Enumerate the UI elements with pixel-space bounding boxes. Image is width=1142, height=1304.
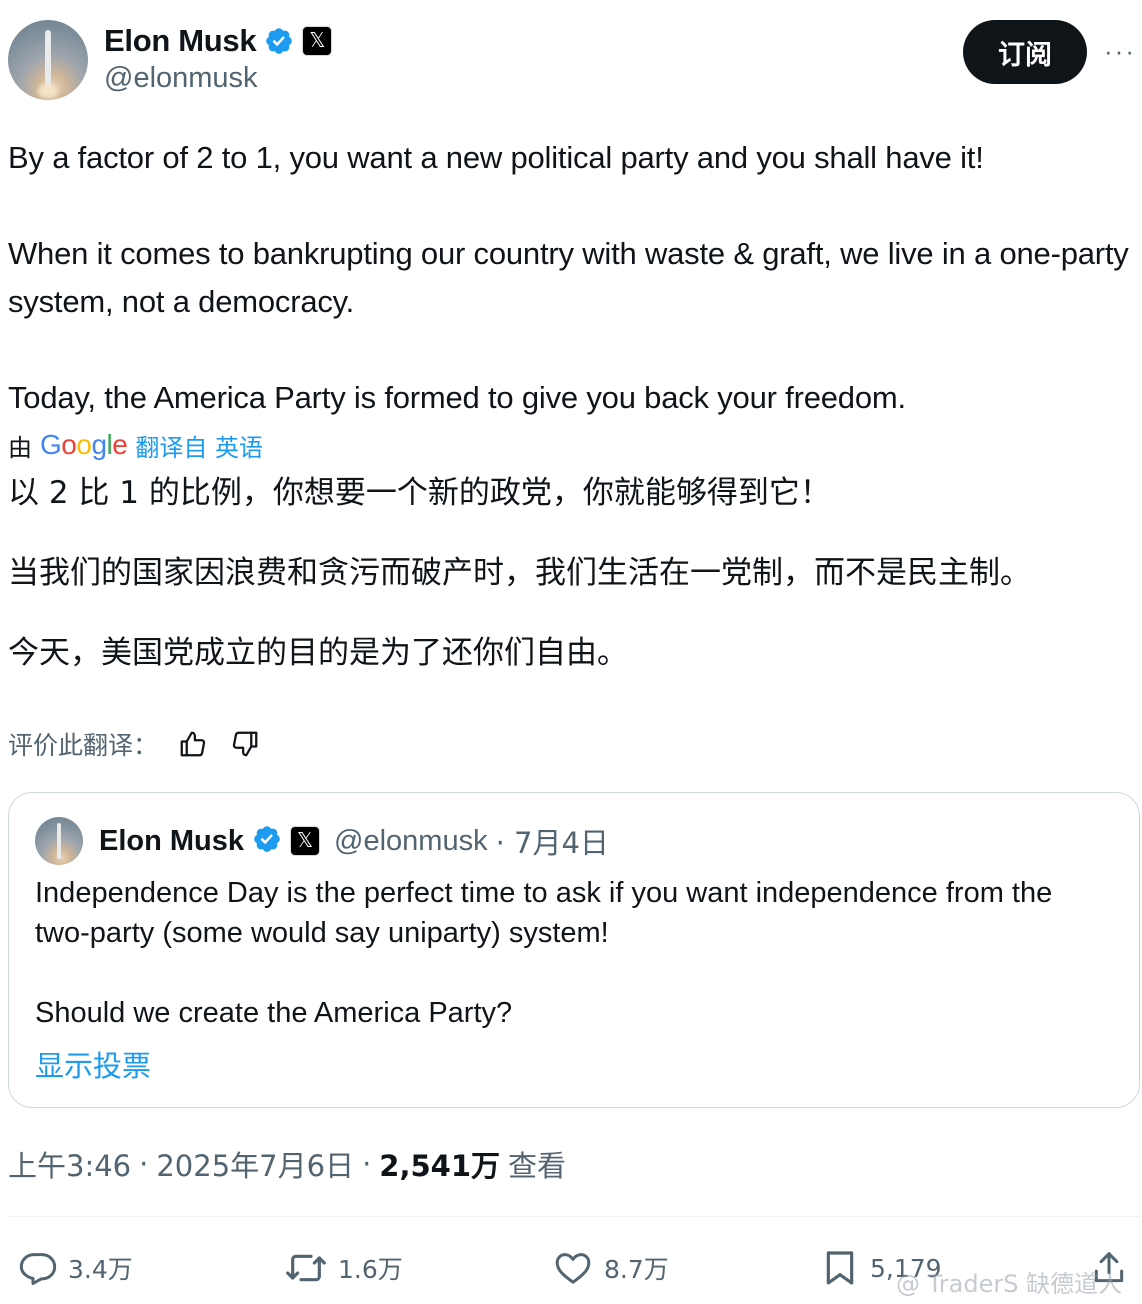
repost-icon: [284, 1248, 328, 1288]
rate-translation-label: 评价此翻译：: [8, 731, 159, 760]
tweet-time[interactable]: 上午3:46: [8, 1143, 131, 1185]
verified-badge-icon[interactable]: [264, 26, 294, 56]
rate-translation-row: 评价此翻译：: [8, 724, 262, 764]
x-affiliate-icon[interactable]: 𝕏: [302, 26, 333, 56]
translated-from-link[interactable]: 翻译自 英语: [135, 428, 263, 463]
quoted-tweet[interactable]: Elon Musk 𝕏 @elonmusk · 7月4日 Independenc…: [8, 792, 1140, 1108]
repost-count: 1.6万: [338, 1255, 403, 1284]
tweet-date[interactable]: 2025年7月6日: [156, 1143, 354, 1185]
like-icon: [552, 1248, 594, 1288]
view-count-label: 查看: [508, 1149, 567, 1183]
translated-by-row: 由 Google 翻译自 英语: [8, 426, 263, 464]
thumbs-up-icon[interactable]: [176, 727, 210, 761]
like-button[interactable]: 8.7万: [552, 1246, 669, 1290]
watermark: @ TraderS 缺德道人: [896, 1270, 1123, 1298]
avatar-rocket: [45, 30, 51, 90]
meta-separator: ·: [362, 1147, 372, 1181]
tweet-paragraph: When it comes to bankrupting our country…: [8, 236, 1138, 319]
translation-text: 以 2 比 1 的比例，你想要一个新的政党，你就能够得到它！ 当我们的国家因浪费…: [8, 470, 1142, 710]
reply-count: 3.4万: [68, 1255, 133, 1284]
tweet-meta: 上午3:46 · 2025年7月6日 · 2,541万 查看: [8, 1142, 566, 1186]
tweet-header: Elon Musk 𝕏 @elonmusk 订阅 ···: [0, 0, 1142, 110]
quoted-author-name[interactable]: Elon Musk: [99, 825, 244, 858]
quoted-avatar[interactable]: [35, 817, 83, 865]
quoted-paragraph: Independence Day is the perfect time to …: [35, 877, 1061, 949]
verified-badge-icon: [252, 824, 282, 859]
repost-button[interactable]: 1.6万: [284, 1246, 403, 1290]
bookmark-icon: [820, 1248, 860, 1288]
quoted-author-handle: @elonmusk: [334, 824, 488, 857]
translation-paragraph: 今天，美国党成立的目的是为了还你们自由。: [8, 635, 628, 671]
quoted-paragraph: Should we create the America Party?: [35, 997, 513, 1029]
subscribe-button[interactable]: 订阅: [963, 20, 1087, 84]
show-poll-link[interactable]: 显示投票: [35, 1043, 151, 1085]
reply-button[interactable]: 3.4万: [18, 1246, 133, 1290]
tweet-paragraph: By a factor of 2 to 1, you want a new po…: [8, 140, 984, 175]
reply-icon: [18, 1248, 58, 1288]
view-count: 2,541万: [379, 1149, 501, 1183]
google-logo[interactable]: Google: [40, 429, 128, 461]
like-count: 8.7万: [604, 1255, 669, 1284]
author-name[interactable]: Elon Musk: [104, 23, 257, 59]
translation-paragraph: 以 2 比 1 的比例，你想要一个新的政党，你就能够得到它！: [8, 475, 831, 511]
x-affiliate-icon: 𝕏: [290, 826, 321, 856]
author-handle[interactable]: @elonmusk: [104, 62, 258, 95]
divider: [8, 1216, 1140, 1217]
translation-paragraph: 当我们的国家因浪费和贪污而破产时，我们生活在一党制，而不是民主制。: [8, 555, 1031, 591]
translated-by-label: 由: [8, 433, 32, 462]
quoted-tweet-text: Independence Day is the perfect time to …: [35, 873, 1115, 1033]
quoted-tweet-header: Elon Musk 𝕏 @elonmusk · 7月4日: [35, 817, 609, 865]
avatar-flame: [38, 84, 58, 98]
more-icon[interactable]: ···: [1102, 36, 1138, 66]
tweet-paragraph: Today, the America Party is formed to gi…: [8, 380, 906, 415]
quoted-date: · 7月4日: [495, 826, 609, 860]
tweet-text: By a factor of 2 to 1, you want a new po…: [8, 134, 1142, 422]
thumbs-down-icon[interactable]: [228, 727, 262, 761]
avatar[interactable]: [8, 20, 88, 100]
author-name-row: Elon Musk 𝕏: [104, 22, 333, 60]
meta-separator: ·: [139, 1147, 149, 1181]
